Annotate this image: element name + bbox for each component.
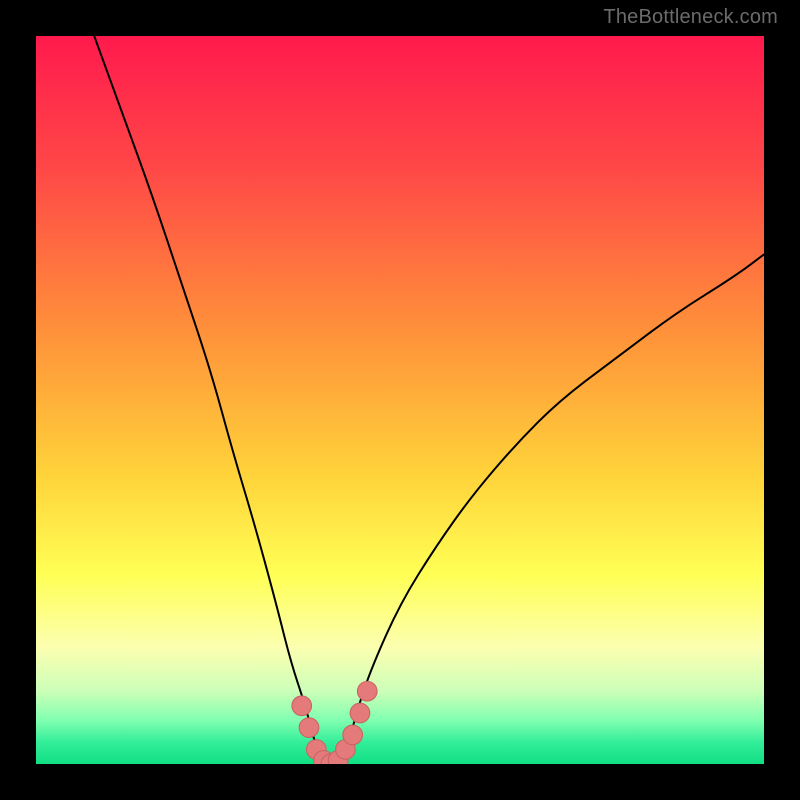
watermark-text: TheBottleneck.com bbox=[603, 6, 778, 29]
bottleneck-curve bbox=[36, 36, 764, 764]
highlight-marker bbox=[299, 718, 319, 738]
highlight-marker bbox=[357, 681, 377, 701]
highlight-marker bbox=[343, 725, 363, 745]
chart-frame: TheBottleneck.com bbox=[0, 0, 800, 800]
highlight-marker bbox=[350, 703, 370, 723]
highlight-marker bbox=[292, 696, 312, 716]
plot-area bbox=[36, 36, 764, 764]
